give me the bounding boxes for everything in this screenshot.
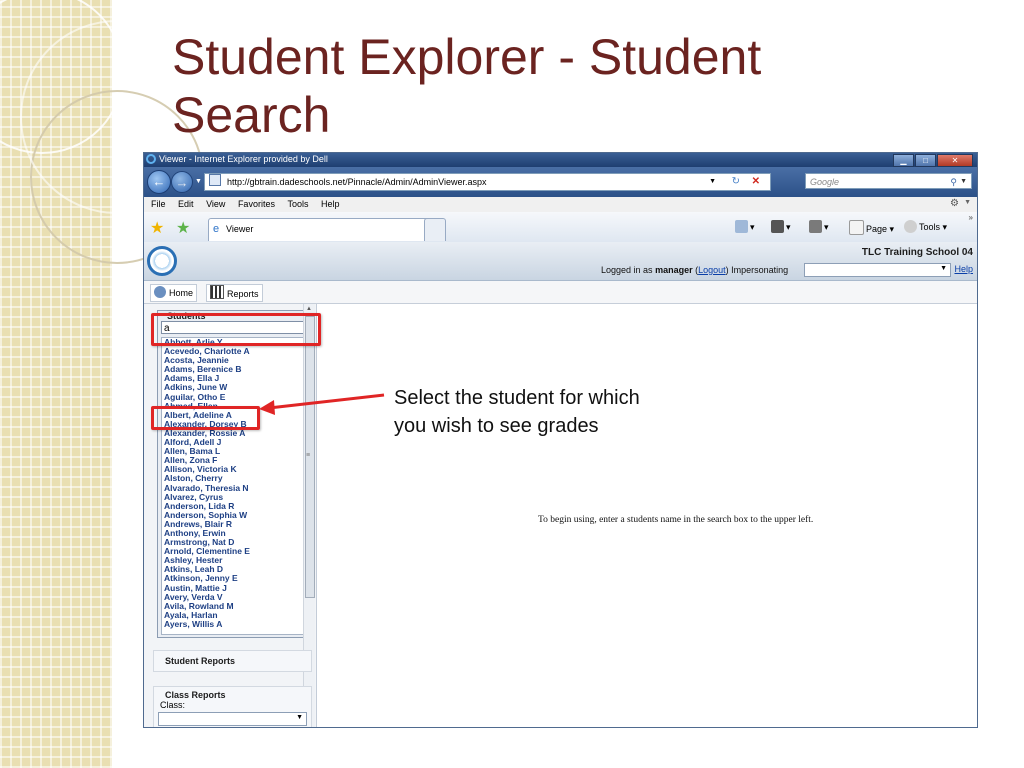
home-button[interactable]: Home <box>150 284 198 302</box>
menu-bar: File Edit View Favorites Tools Help ⚙ ▼ <box>144 197 977 213</box>
menu-help[interactable]: Help <box>321 197 340 212</box>
app-toolbar: Home Reports <box>144 281 977 304</box>
back-arrow-icon[interactable]: ← <box>147 170 171 194</box>
username: manager <box>655 265 693 275</box>
tools-menu-button[interactable]: Tools ▾ <box>904 220 947 233</box>
student-reports-header: Student Reports <box>165 656 236 666</box>
menu-view[interactable]: View <box>206 197 225 212</box>
help-link[interactable]: Help <box>954 264 973 274</box>
window-controls: ▁ □ ✕ <box>893 154 973 167</box>
refresh-icon[interactable]: ↻ <box>732 174 740 190</box>
tab-label: Viewer <box>226 224 254 234</box>
student-reports-section[interactable]: Student Reports <box>153 650 312 672</box>
home-command[interactable]: ▾ <box>735 220 755 233</box>
page-menu-button[interactable]: Page ▾ <box>849 220 894 235</box>
ie-tab-icon: e <box>213 223 220 235</box>
student-highlight-box <box>151 406 260 430</box>
class-label: Class: <box>160 700 186 710</box>
browser-search-input[interactable]: Google ⚲ ▼ <box>805 173 972 189</box>
class-reports-header: Class Reports <box>165 690 226 700</box>
logout-link[interactable]: Logout <box>698 265 726 275</box>
menu-edit[interactable]: Edit <box>178 197 194 212</box>
overflow-chevron-icon[interactable]: » <box>969 213 973 222</box>
address-dropdown-icon[interactable]: ▼ <box>709 174 716 190</box>
history-dropdown-icon[interactable]: ▼ <box>195 178 202 185</box>
district-logo <box>147 246 177 276</box>
chevron-down-icon[interactable]: ▼ <box>964 199 971 206</box>
school-name: TLC Training School 04 <box>861 247 973 258</box>
login-status: Logged in as manager (Logout) Impersonat… <box>601 265 789 275</box>
search-highlight-box <box>151 313 321 346</box>
forward-arrow-icon[interactable]: → <box>171 171 193 193</box>
home-icon <box>735 220 748 233</box>
impersonating-select[interactable]: ▼ <box>804 263 951 277</box>
menu-favorites[interactable]: Favorites <box>238 197 275 212</box>
tools-label: Tools <box>919 222 941 232</box>
stop-icon[interactable]: ✕ <box>752 174 760 190</box>
student-list-item[interactable]: Ayers, Willis A <box>162 619 304 629</box>
minimize-button[interactable]: ▁ <box>893 154 914 167</box>
class-select[interactable]: ▼ <box>158 712 307 726</box>
magnifier-icon[interactable]: ⚲ <box>950 174 957 190</box>
menu-file[interactable]: File <box>151 197 166 212</box>
printer-icon <box>809 220 822 233</box>
annotation-text: Select the student for which you wish to… <box>394 387 640 437</box>
gear-icon[interactable]: ⚙ <box>950 198 959 209</box>
impersonating-label: Impersonating <box>731 265 789 275</box>
logged-prefix: Logged in as <box>601 265 653 275</box>
page-label: Page <box>866 224 888 234</box>
slide-title: Student Explorer - Student Search <box>172 29 762 143</box>
page-icon <box>849 220 864 235</box>
app-header: TLC Training School 04 Logged in as mana… <box>144 242 977 281</box>
window-titlebar: Viewer - Internet Explorer provided by D… <box>144 153 977 167</box>
close-button[interactable]: ✕ <box>937 154 973 167</box>
home-icon <box>154 286 166 298</box>
left-panel: Students a Abbott, Arlie Y Acevedo, Charl… <box>144 304 317 727</box>
ie-logo-icon <box>146 154 156 164</box>
scroll-up-icon[interactable]: ▲ <box>306 306 312 312</box>
reports-button[interactable]: Reports <box>206 284 263 302</box>
add-favorite-icon[interactable]: ★ <box>176 218 190 238</box>
maximize-button[interactable]: □ <box>915 154 936 167</box>
url-text: http://gbtrain.dadeschools.net/Pinnacle/… <box>227 177 487 187</box>
search-placeholder: Google <box>810 177 840 187</box>
gear-icon <box>904 220 917 233</box>
main-content: To begin using, enter a students name in… <box>326 304 976 727</box>
browser-window: Viewer - Internet Explorer provided by D… <box>143 152 978 728</box>
rss-command[interactable]: ▾ <box>771 220 791 233</box>
grip-icon: ≡ <box>306 452 311 459</box>
new-tab-button[interactable] <box>424 218 446 241</box>
favorites-bar: ★ ★ e Viewer ▾ ▾ ▾ Page ▾ Tools ▾ » <box>144 212 977 243</box>
class-reports-section: Class Reports Class: ▼ <box>153 686 312 727</box>
chevron-down-icon: ▼ <box>296 714 303 721</box>
favorites-star-icon[interactable]: ★ <box>150 218 164 238</box>
print-command[interactable]: ▾ <box>809 220 829 233</box>
menu-tools[interactable]: Tools <box>287 197 308 212</box>
reports-icon <box>210 285 224 299</box>
rss-icon <box>771 220 784 233</box>
chevron-down-icon: ▼ <box>940 265 947 272</box>
window-title: Viewer - Internet Explorer provided by D… <box>159 154 328 164</box>
address-input[interactable]: http://gbtrain.dadeschools.net/Pinnacle/… <box>204 173 771 191</box>
instruction-text: To begin using, enter a students name in… <box>538 515 814 525</box>
reports-label: Reports <box>227 289 259 299</box>
home-label: Home <box>169 288 194 298</box>
student-list: Abbott, Arlie Y Acevedo, Charlotte A Acost… <box>161 337 305 635</box>
address-bar-area: ← → ▼ http://gbtrain.dadeschools.net/Pin… <box>144 167 977 197</box>
search-dropdown-icon[interactable]: ▼ <box>960 174 967 190</box>
page-favicon-icon <box>209 174 221 186</box>
students-panel: Students a Abbott, Arlie Y Acevedo, Charl… <box>157 310 307 638</box>
tab-viewer[interactable]: e Viewer <box>208 218 442 241</box>
annotation-arrow <box>259 393 385 415</box>
